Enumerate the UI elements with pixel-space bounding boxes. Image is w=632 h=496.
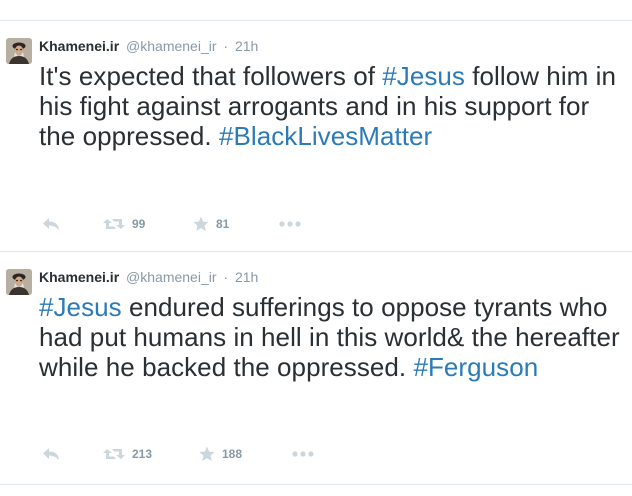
author-handle[interactable]: @khamenei_ir bbox=[126, 38, 216, 54]
avatar-image bbox=[6, 269, 32, 295]
retweet-icon bbox=[103, 449, 125, 459]
reply-button[interactable] bbox=[42, 444, 60, 464]
tweet-header: Khamenei.ir @khamenei_ir · 21h bbox=[39, 268, 258, 286]
avatar-image bbox=[6, 38, 32, 64]
avatar[interactable] bbox=[6, 38, 32, 64]
tweet-text: It's expected that followers of #Jesus f… bbox=[39, 61, 629, 151]
tweet[interactable]: Khamenei.ir @khamenei_ir · 21h #Jesus en… bbox=[0, 252, 632, 482]
favorite-star-icon bbox=[193, 216, 209, 231]
retweet-button[interactable]: 99 bbox=[103, 214, 145, 234]
reply-icon bbox=[43, 448, 59, 460]
previous-tweet-edge bbox=[0, 0, 632, 20]
hashtag-jesus[interactable]: #Jesus bbox=[382, 61, 465, 91]
favorite-button[interactable]: 188 bbox=[199, 444, 242, 464]
retweet-count: 99 bbox=[132, 217, 146, 231]
tweet-timestamp[interactable]: 21h bbox=[235, 38, 258, 54]
retweet-button[interactable]: 213 bbox=[103, 444, 152, 464]
more-button[interactable] bbox=[292, 444, 314, 464]
divider bbox=[0, 484, 632, 485]
tweet-timestamp[interactable]: 21h bbox=[235, 269, 258, 285]
favorite-count: 81 bbox=[216, 217, 230, 231]
favorite-star-icon bbox=[199, 446, 215, 461]
more-ellipsis-icon bbox=[279, 221, 301, 227]
avatar[interactable] bbox=[6, 269, 32, 295]
more-button[interactable] bbox=[279, 214, 301, 234]
favorite-count: 188 bbox=[222, 447, 243, 461]
more-ellipsis-icon bbox=[292, 451, 314, 457]
hashtag-ferguson[interactable]: #Ferguson bbox=[413, 352, 538, 382]
text-segment: It's expected that followers of bbox=[39, 61, 383, 91]
reply-icon bbox=[43, 218, 59, 230]
author-handle[interactable]: @khamenei_ir bbox=[126, 269, 216, 285]
reply-button[interactable] bbox=[42, 214, 60, 234]
hashtag-blacklivesmatter[interactable]: #BlackLivesMatter bbox=[219, 121, 432, 151]
author-name[interactable]: Khamenei.ir bbox=[39, 269, 119, 285]
author-name[interactable]: Khamenei.ir bbox=[39, 38, 119, 54]
hashtag-jesus[interactable]: #Jesus bbox=[39, 292, 122, 322]
header-separator: · bbox=[223, 38, 229, 54]
retweet-count: 213 bbox=[132, 447, 153, 461]
retweet-icon bbox=[103, 219, 125, 229]
tweet-text: #Jesus endured sufferings to oppose tyra… bbox=[39, 292, 629, 382]
favorite-button[interactable]: 81 bbox=[193, 214, 229, 234]
header-separator: · bbox=[223, 269, 229, 285]
tweet-header: Khamenei.ir @khamenei_ir · 21h bbox=[39, 37, 258, 55]
tweet[interactable]: Khamenei.ir @khamenei_ir · 21h It's expe… bbox=[0, 21, 632, 251]
